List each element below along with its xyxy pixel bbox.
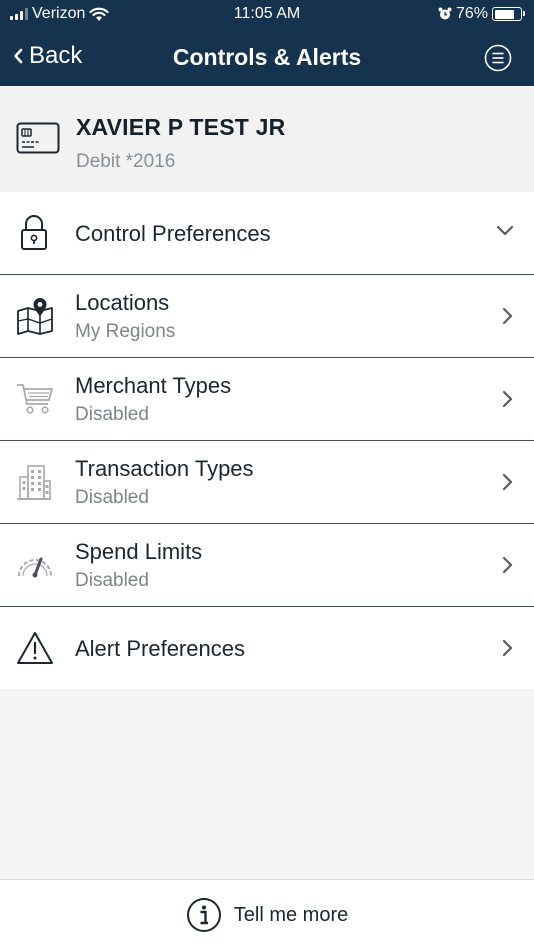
list-item-transaction-types[interactable]: Transaction Types Disabled [0,441,534,524]
card-summary: XAVIER P TEST JR Debit *2016 [0,86,534,192]
warning-icon [17,632,53,664]
item-subtitle: My Regions [75,321,176,342]
chevron-left-icon [14,48,23,64]
buildings-icon [17,465,51,500]
back-button[interactable]: Back [13,42,82,70]
list-item-alert-preferences[interactable]: Alert Preferences [0,607,534,689]
item-title: Locations [75,290,170,315]
item-title: Control Preferences [75,221,271,246]
chevron-right-icon [502,307,513,325]
app-header: Verizon 11:05 AM 76% Back Controls & Ale… [0,0,534,86]
back-label: Back [29,42,83,69]
chevron-right-icon [502,639,513,657]
list-item-merchant-types[interactable]: Merchant Types Disabled [0,358,534,441]
item-subtitle: Disabled [75,570,149,591]
chevron-down-icon [496,225,514,236]
card-holder-name: XAVIER P TEST JR [76,114,286,140]
battery-percent: 76% [455,5,488,22]
battery-fill [494,9,514,19]
item-subtitle: Disabled [75,404,149,425]
card-number: Debit *2016 [76,151,176,172]
chevron-right-icon [502,390,513,408]
item-title: Merchant Types [75,373,232,398]
menu-button[interactable] [484,44,512,72]
map-pin-icon [17,298,53,335]
item-title: Spend Limits [75,539,203,564]
list-item-spend-limits[interactable]: Spend Limits Disabled [0,524,534,607]
status-bar: Verizon 11:05 AM 76% [0,0,534,30]
list-item-control-preferences[interactable]: Control Preferences [0,192,534,275]
battery-icon [492,7,525,21]
footer-label: Tell me more [233,903,349,926]
credit-card-icon [16,122,60,154]
chevron-right-icon [502,473,513,491]
speedometer-icon [18,557,52,578]
settings-list: Control Preferences Locations My Regions [0,192,534,689]
menu-lines-icon [484,44,512,72]
item-subtitle: Disabled [75,487,149,508]
tell-me-more-button[interactable]: Tell me more [0,879,534,950]
list-item-locations[interactable]: Locations My Regions [0,275,534,358]
chevron-right-icon [502,556,513,574]
alarm-clock-icon [438,7,452,20]
nav-bar: Back Controls & Alerts [0,30,534,86]
item-title: Transaction Types [75,456,254,481]
cart-icon [17,384,53,414]
item-title: Alert Preferences [75,636,245,661]
status-right: 76% [438,5,525,23]
info-icon [186,898,221,932]
lock-icon [21,215,47,250]
